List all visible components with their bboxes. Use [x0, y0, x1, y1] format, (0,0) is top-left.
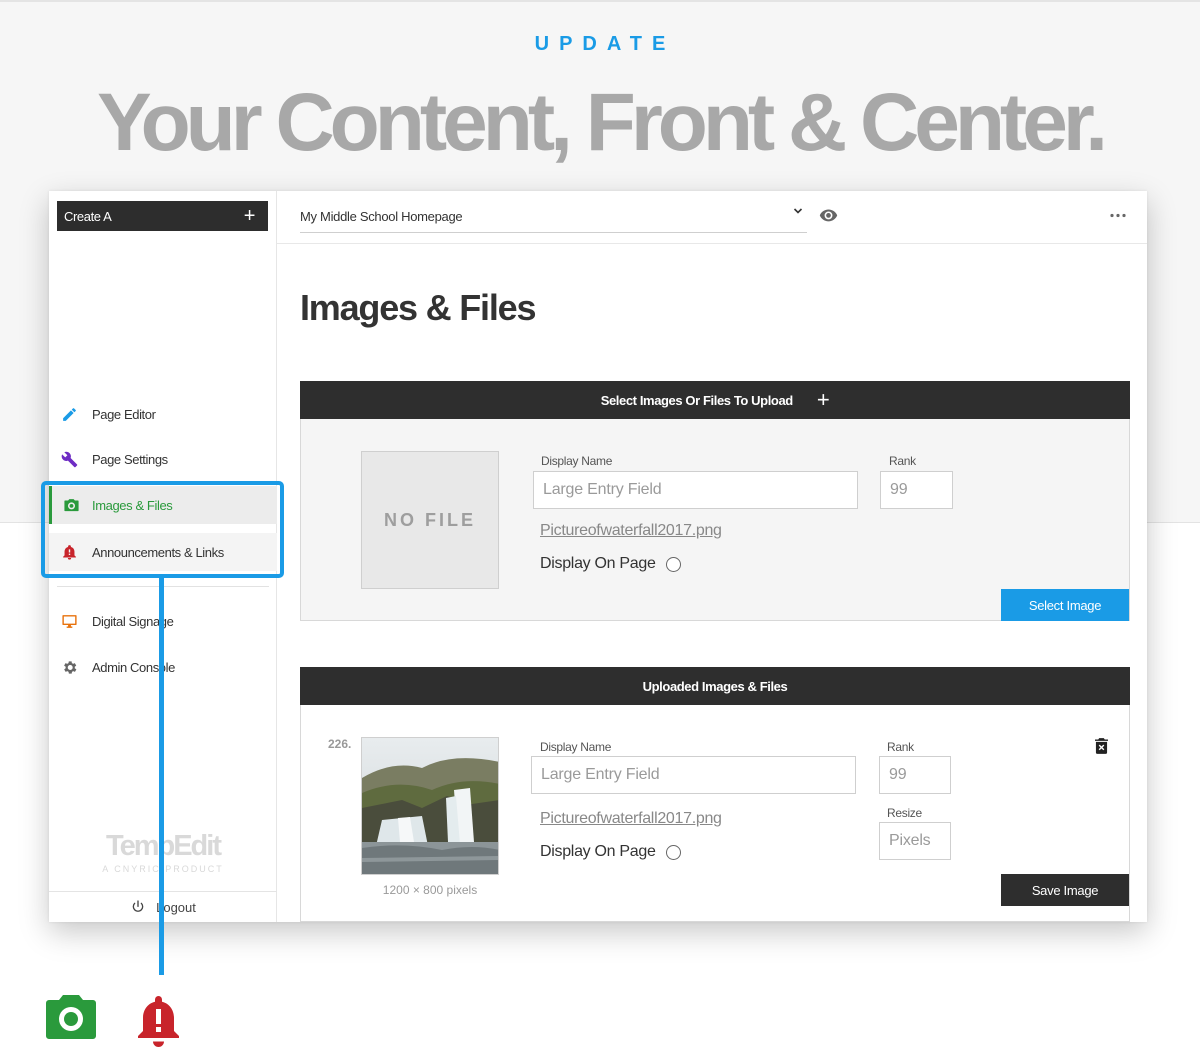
display-on-page-toggle[interactable]: Display On Page	[540, 555, 681, 573]
sidebar-item-label: Page Editor	[92, 406, 156, 422]
file-name-link[interactable]: Pictureofwaterfall2017.png	[540, 522, 722, 540]
upload-panel-title: Select Images Or Files To Upload	[600, 392, 794, 408]
uploaded-panel-header: Uploaded Images & Files	[300, 667, 1130, 705]
waterfall-image-thumbnail[interactable]	[361, 737, 499, 875]
create-button[interactable]: Create A +	[57, 201, 268, 231]
power-icon	[132, 900, 144, 912]
display-on-page-radio[interactable]	[665, 844, 681, 860]
plus-icon: +	[243, 205, 256, 227]
display-on-page-toggle[interactable]: Display On Page	[540, 843, 681, 861]
row-number: 226.	[328, 737, 352, 751]
chevron-down-icon	[793, 208, 803, 214]
rank-label: Rank	[887, 740, 914, 754]
upload-panel: NO FILE Display Name Large Entry Field R…	[300, 419, 1130, 621]
uploaded-panel: 226. 1200 × 800 pixels Display Name Larg…	[300, 705, 1130, 922]
create-button-label: Create A	[64, 208, 112, 224]
more-options-icon[interactable]	[1110, 213, 1126, 218]
no-file-placeholder: NO FILE	[361, 451, 499, 589]
hero-headline: Your Content, Front & Center.	[96, 77, 1108, 168]
eye-icon[interactable]	[819, 208, 838, 222]
main-content: Images & Files Select Images Or Files To…	[277, 245, 1147, 922]
hero-eyebrow: UPDATE	[534, 33, 676, 55]
display-on-page-label: Display On Page	[540, 555, 656, 572]
upload-panel-header[interactable]: Select Images Or Files To Upload +	[300, 381, 1130, 419]
top-bar: My Middle School Homepage	[277, 191, 1147, 244]
display-name-input[interactable]: Large Entry Field	[531, 756, 856, 794]
display-on-page-label: Display On Page	[540, 843, 656, 860]
callout-connector-line	[159, 578, 164, 975]
display-on-page-radio[interactable]	[665, 556, 681, 572]
sidebar-item-page-editor[interactable]: Page Editor	[49, 395, 277, 433]
pencil-icon	[63, 408, 76, 421]
display-name-label: Display Name	[541, 454, 613, 468]
rank-input[interactable]: 99	[879, 756, 951, 794]
sidebar-item-page-settings[interactable]: Page Settings	[49, 440, 277, 478]
resize-label: Resize	[887, 806, 922, 820]
image-dimensions: 1200 × 800 pixels	[382, 883, 478, 897]
uploaded-panel-title: Uploaded Images & Files	[642, 678, 788, 694]
page-select-dropdown[interactable]: My Middle School Homepage	[300, 204, 807, 233]
camera-icon	[46, 995, 96, 1039]
gear-icon	[64, 661, 77, 674]
sidebar-highlight-callout	[41, 481, 284, 578]
rank-label: Rank	[889, 454, 916, 468]
display-name-label: Display Name	[540, 740, 612, 754]
bell-alert-icon	[138, 996, 179, 1047]
file-name-link[interactable]: Pictureofwaterfall2017.png	[540, 810, 722, 828]
plus-icon[interactable]: +	[817, 389, 830, 411]
page-title: Images & Files	[300, 287, 537, 328]
wrench-icon	[61, 451, 78, 468]
page-select-value: My Middle School Homepage	[300, 209, 463, 224]
monitor-icon	[62, 615, 77, 628]
rank-input[interactable]: 99	[880, 471, 953, 509]
waterfall-image	[362, 738, 498, 874]
sidebar-item-label: Page Settings	[92, 451, 168, 467]
select-image-button[interactable]: Select Image	[1001, 589, 1129, 621]
trash-icon[interactable]	[1095, 738, 1108, 754]
display-name-input[interactable]: Large Entry Field	[533, 471, 858, 509]
resize-input[interactable]: Pixels	[879, 822, 951, 860]
save-image-button[interactable]: Save Image	[1001, 874, 1129, 906]
